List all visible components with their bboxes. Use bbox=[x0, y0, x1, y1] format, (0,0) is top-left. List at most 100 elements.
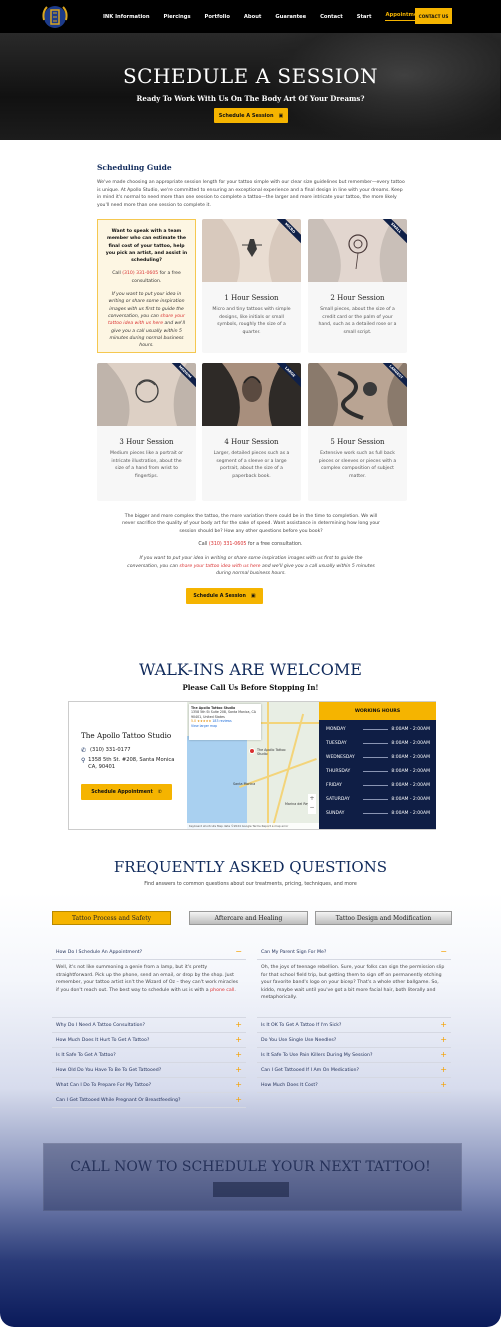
plus-icon: + bbox=[235, 1095, 242, 1104]
faq-question[interactable]: Is It Safe To Get A Tattoo? + bbox=[52, 1048, 246, 1063]
faq-question-text: Can I Get Tattooed While Pregnant Or Bre… bbox=[56, 1097, 181, 1103]
session-description: Small pieces, about the size of a credit… bbox=[318, 307, 397, 335]
tab-tattoo-process[interactable]: Tattoo Process and Safety bbox=[52, 911, 171, 925]
plus-icon: + bbox=[235, 1020, 242, 1029]
scheduling-guide-title: Scheduling Guide bbox=[97, 163, 172, 172]
faq-question-text: How Old Do You Have To Be To Get Tattooe… bbox=[56, 1067, 162, 1073]
consultation-share-text: If you want to put your idea in writing … bbox=[104, 291, 189, 349]
map-road bbox=[271, 713, 305, 828]
minus-icon: − bbox=[440, 947, 447, 956]
plus-icon: + bbox=[235, 1080, 242, 1089]
hours-time: 8:00AM - 2:00AM bbox=[391, 797, 430, 802]
plus-icon: + bbox=[235, 1035, 242, 1044]
faq-answer: Oh, the joys of teenage rebellion. Sure,… bbox=[257, 960, 451, 1018]
phone-line[interactable]: ✆ (310) 331-0177 bbox=[81, 747, 131, 754]
plus-icon: + bbox=[440, 1020, 447, 1029]
session-description: Micro and tiny tattoos with simple desig… bbox=[212, 307, 291, 335]
hours-row: WEDNESDAY 8:00AM - 2:00AM bbox=[326, 755, 430, 760]
tab-design-modification[interactable]: Tattoo Design and Modification bbox=[315, 911, 452, 925]
faq-question-open[interactable]: Can My Parent Sign For Me? − bbox=[257, 945, 451, 960]
nav-piercings[interactable]: Piercings bbox=[164, 14, 191, 20]
session-title: 1 Hour Session bbox=[224, 294, 279, 302]
hours-row: SATURDAY 8:00AM - 2:00AM bbox=[326, 797, 430, 802]
map-footer: Keyboard shortcuts Map data ©2024 Google… bbox=[187, 823, 319, 829]
phone-icon: ✆ bbox=[157, 789, 162, 795]
faq-question-text: Is It Safe To Use Pain Killers During My… bbox=[261, 1052, 373, 1058]
hours-divider bbox=[363, 799, 389, 800]
faq-question[interactable]: How Much Does It Hurt To Get A Tattoo? + bbox=[52, 1033, 246, 1048]
faq-question[interactable]: Can I Get Tattooed While Pregnant Or Bre… bbox=[52, 1093, 246, 1108]
faq-question-open[interactable]: How Do I Schedule An Appointment? − bbox=[52, 945, 246, 960]
session-card-4-hour: LARGE 4 Hour Session Larger, detailed pi… bbox=[202, 363, 301, 501]
schedule-session-label: Schedule A Session bbox=[193, 593, 246, 599]
faq-question-text: Is It OK To Get A Tattoo If I'm Sick? bbox=[261, 1022, 342, 1028]
nav-ink-information[interactable]: INK Information bbox=[103, 14, 150, 20]
session-description: Extensive work such as full back pieces … bbox=[318, 451, 397, 479]
calendar-icon: ▣ bbox=[250, 593, 256, 599]
faq-question[interactable]: Do You Use Single Use Needles? + bbox=[257, 1033, 451, 1048]
phone-call-link[interactable]: phone call bbox=[210, 988, 234, 993]
top-nav: INK Information Piercings Portfolio Abou… bbox=[0, 0, 501, 33]
map-pin-icon: ⚲ bbox=[81, 757, 86, 764]
nav-about[interactable]: About bbox=[244, 14, 261, 20]
tab-aftercare[interactable]: Aftercare and Healing bbox=[189, 911, 308, 925]
note-call-suffix: for a free consultation. bbox=[246, 542, 303, 547]
note-phone-link[interactable]: (310) 331-0605 bbox=[209, 542, 247, 547]
hero-schedule-button[interactable]: Schedule A Session ▣ bbox=[214, 108, 288, 123]
size-tag: MEDIUM bbox=[164, 363, 196, 395]
nav-guarantee[interactable]: Guarantee bbox=[275, 14, 306, 20]
hours-divider bbox=[363, 729, 389, 730]
hours-divider bbox=[363, 757, 389, 758]
faq-question[interactable]: What Can I Do To Prepare For My Tattoo? + bbox=[52, 1078, 246, 1093]
faq-question-text: How Do I Schedule An Appointment? bbox=[56, 949, 143, 955]
studio-phone[interactable]: (310) 331-0177 bbox=[90, 747, 131, 753]
faq-question-text: Can I Get Tattooed If I Am On Medication… bbox=[261, 1067, 359, 1073]
faq-question[interactable]: Can I Get Tattooed If I Am On Medication… bbox=[257, 1063, 451, 1078]
nav-portfolio[interactable]: Portfolio bbox=[205, 14, 230, 20]
schedule-appointment-button[interactable]: Schedule Appointment ✆ bbox=[81, 784, 172, 800]
note-share-link[interactable]: share your tattoo idea with us here bbox=[179, 564, 260, 569]
consultation-box: Want to speak with a team member who can… bbox=[97, 219, 196, 353]
size-tag-label: SMALL bbox=[377, 219, 407, 247]
plus-icon: + bbox=[235, 1050, 242, 1059]
hours-day: THURSDAY bbox=[326, 769, 351, 774]
size-tag: SMALL bbox=[375, 219, 407, 251]
map-pin-icon[interactable] bbox=[249, 748, 255, 754]
hours-row: THURSDAY 8:00AM - 2:00AM bbox=[326, 769, 430, 774]
map-info-rating: 5.0 ★★★★★ bbox=[191, 719, 212, 724]
faq-question[interactable]: Is It Safe To Use Pain Killers During My… bbox=[257, 1048, 451, 1063]
faq-question[interactable]: How Old Do You Have To Be To Get Tattooe… bbox=[52, 1063, 246, 1078]
faq-question[interactable]: How Much Does It Cost? + bbox=[257, 1078, 451, 1093]
hours-day: SATURDAY bbox=[326, 797, 350, 802]
hero-banner: SCHEDULE A SESSION Ready To Work With Us… bbox=[0, 33, 501, 140]
size-tag-label: LARGE bbox=[271, 363, 301, 391]
hours-time: 8:00AM - 2:00AM bbox=[391, 811, 430, 816]
session-title: 3 Hour Session bbox=[119, 438, 174, 446]
walkins-title: WALK-INS ARE WELCOME bbox=[139, 660, 362, 679]
faq-question[interactable]: Why Do I Need A Tattoo Consultation? + bbox=[52, 1018, 246, 1033]
size-tag: MICRO bbox=[269, 219, 301, 251]
schedule-session-button[interactable]: Schedule A Session ▣ bbox=[186, 588, 263, 604]
hours-divider bbox=[363, 771, 389, 772]
size-tag-label: MEDIUM bbox=[166, 363, 196, 391]
logo-icon[interactable] bbox=[39, 4, 71, 30]
consultation-call-line: Call (310) 331-0605 for a free consultat… bbox=[104, 270, 189, 285]
cta-button[interactable] bbox=[213, 1182, 289, 1197]
contact-us-button[interactable]: CONTACT US bbox=[415, 8, 452, 24]
size-tag: LARGEST bbox=[375, 363, 407, 395]
map-info-reviews[interactable]: 183 reviews bbox=[212, 719, 231, 723]
map-zoom-controls[interactable]: + − bbox=[308, 794, 316, 814]
map-road bbox=[267, 702, 269, 829]
faq-question[interactable]: Is It OK To Get A Tattoo If I'm Sick? + bbox=[257, 1018, 451, 1033]
hours-divider bbox=[363, 785, 389, 786]
map-info-address: 1358 5th St Suite 208, Santa Monica, CA … bbox=[191, 710, 256, 719]
plus-icon: + bbox=[440, 1065, 447, 1074]
consultation-phone-link[interactable]: (310) 331-0605 bbox=[122, 271, 158, 276]
session-card-3-hour: MEDIUM 3 Hour Session Medium pieces like… bbox=[97, 363, 196, 501]
note-call-line: Call (310) 331-0605 for a free consultat… bbox=[0, 542, 501, 547]
google-map[interactable]: The Apollo Tattoo Studio 1358 5th St Sui… bbox=[187, 702, 319, 829]
nav-start[interactable]: Start bbox=[357, 14, 372, 20]
nav-contact[interactable]: Contact bbox=[320, 14, 343, 20]
view-larger-map-link[interactable]: View larger map bbox=[191, 724, 259, 728]
faq-column-left: How Do I Schedule An Appointment? − Well,… bbox=[52, 945, 246, 1108]
